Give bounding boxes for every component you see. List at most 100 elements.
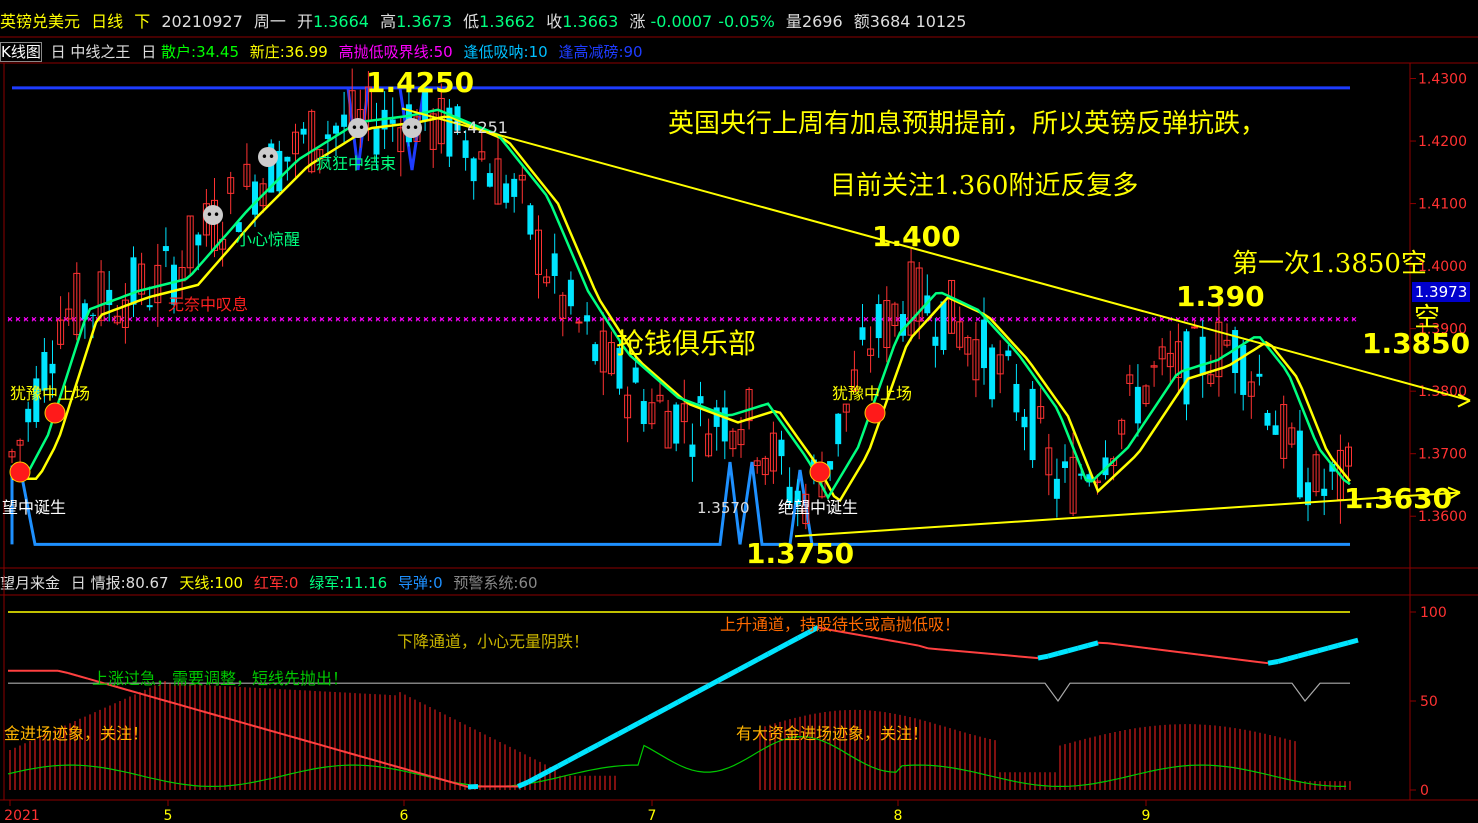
info-line [127, 689, 139, 694]
candle-body [130, 257, 137, 305]
info-line [1117, 643, 1129, 647]
info-line [77, 674, 89, 680]
info-line [1207, 654, 1219, 658]
price-axis-label: 1.3700 [1418, 447, 1467, 463]
candle-body [90, 314, 96, 316]
info-line [1277, 656, 1289, 664]
sub-axis-label: 100 [1420, 605, 1447, 621]
candle-body [389, 119, 396, 124]
candle-body [1264, 412, 1271, 426]
despair-birth-annotation-1: 望中诞生 [2, 498, 67, 517]
info-line [676, 694, 690, 705]
signal-face-glyph: •• [405, 121, 419, 135]
candle-body [511, 178, 518, 197]
candle-body [341, 114, 348, 127]
info-line [857, 633, 869, 638]
info-line [937, 648, 949, 652]
price-label-1375: 1.3750 [746, 537, 855, 570]
info-line [666, 699, 680, 710]
candle-body [1013, 383, 1020, 413]
price-label-13570: 1.3570 [697, 499, 750, 517]
price-label-14251: 1.4251 [452, 118, 508, 137]
info-line [1087, 640, 1099, 648]
info-line [716, 673, 730, 683]
info-line [917, 644, 929, 650]
info-line [977, 651, 989, 655]
sub-axis-label: 0 [1420, 783, 1429, 799]
candle-body [584, 315, 591, 322]
hesitate-annotation-1: 犹豫中上场 [10, 384, 91, 403]
price-axis-label: 1.4300 [1418, 72, 1467, 88]
candle-body [1256, 373, 1263, 377]
price-label-1425: 1.4250 [366, 66, 475, 99]
info-line [636, 715, 650, 726]
candle-body [252, 181, 258, 215]
info-line [756, 651, 770, 662]
info-line [1227, 657, 1239, 661]
signal-red-dot [864, 402, 886, 424]
info-line [1037, 653, 1049, 661]
gold-in-annotation: 金进场迹象，关注！ [4, 724, 149, 743]
info-line [766, 646, 780, 657]
info-line [1247, 659, 1259, 663]
sigh-annotation: 无奈中叹息 [168, 295, 249, 314]
info-line [1147, 647, 1159, 651]
candle-body [592, 344, 599, 362]
info-line [1077, 643, 1089, 651]
info-line [967, 650, 979, 654]
candle-body [1029, 388, 1036, 461]
signal-red-dot [9, 461, 31, 483]
sub-axis-label: 50 [1420, 694, 1438, 710]
candle-body [486, 173, 493, 187]
candle-body [25, 408, 32, 423]
info-line [776, 641, 790, 651]
info-line [997, 653, 1009, 657]
up-channel-annotation: 上升通道，持股待长或高抛低吸！ [720, 615, 961, 634]
candle-body [1240, 344, 1247, 395]
info-line [1307, 648, 1319, 656]
candle-body [462, 140, 469, 158]
sub-axis: 100 50 0 [1410, 605, 1447, 799]
price-axis-label: 1.4100 [1418, 197, 1467, 213]
info-line [1327, 643, 1339, 651]
grab-club-annotation: 抢钱俱乐部 [616, 327, 757, 360]
first-short-annotation: 第一次1.3850空 [1232, 249, 1427, 279]
info-line [1137, 646, 1149, 650]
info-line [1257, 660, 1269, 665]
time-axis: 2021 5 6 7 8 9 [4, 800, 1150, 823]
candle-body [1296, 430, 1303, 498]
main-title-annotation: 英国央行上周有加息预期提前，所以英镑反弹抗跌， [668, 109, 1267, 139]
candle-body [1134, 386, 1141, 424]
info-line [1197, 653, 1209, 657]
candle-body [835, 413, 842, 445]
info-line [887, 639, 899, 643]
info-line [1027, 656, 1039, 660]
candle-body [1191, 326, 1199, 329]
lowbuy-line [10, 461, 1350, 546]
candle-body [632, 367, 639, 383]
candle-body [503, 183, 510, 203]
info-line [586, 742, 600, 753]
rise-fast-annotation: 上涨过急，需要调整，短线先抛出！ [92, 669, 349, 688]
info-line [1217, 655, 1229, 660]
info-line [566, 753, 580, 764]
despair-birth-annotation-2: 绝望中诞生 [778, 498, 859, 517]
signal-face-glyph: •• [261, 150, 275, 164]
info-line [576, 747, 590, 758]
careful-annotation: 小心惊醒 [236, 230, 301, 249]
info-line [606, 731, 620, 742]
candle-body [195, 234, 202, 246]
info-line [706, 678, 720, 689]
time-axis-label: 5 [164, 808, 173, 823]
info-line [67, 672, 79, 677]
info-line [1237, 658, 1249, 662]
candle-body [1005, 350, 1012, 357]
candle-body [859, 327, 866, 340]
sub-chart-series [7, 611, 1359, 790]
candle-body [932, 336, 939, 346]
info-line [1157, 648, 1169, 652]
info-line [1187, 652, 1199, 656]
candle-body [689, 444, 696, 457]
candle-body [162, 246, 169, 252]
info-line [656, 705, 670, 715]
